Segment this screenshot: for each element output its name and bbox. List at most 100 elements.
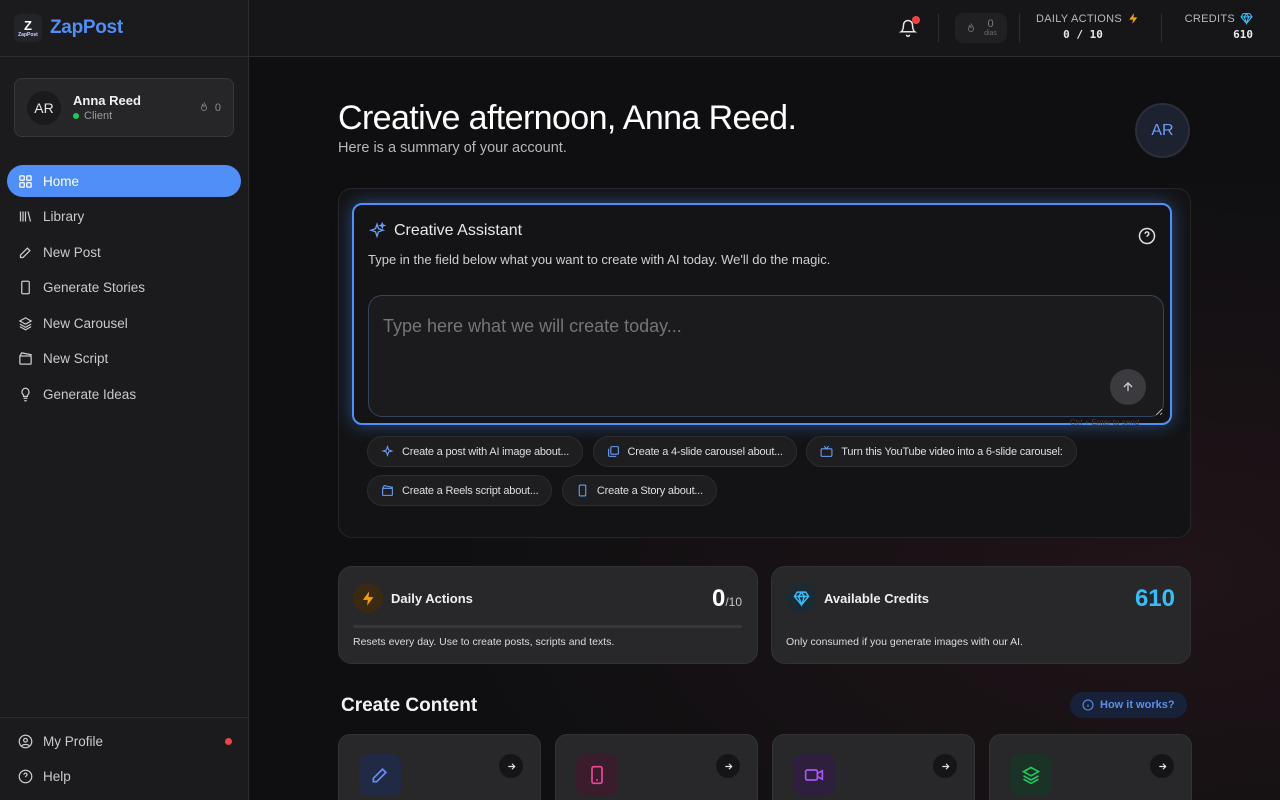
flame-icon (200, 102, 207, 111)
nav-label: New Script (43, 351, 109, 366)
greeting: Creative afternoon, Anna Reed. Here is a… (338, 99, 797, 156)
sparkle-icon (381, 445, 394, 458)
user-card[interactable]: AR Anna Reed Client 0 (14, 78, 234, 137)
daily-actions-count-value: 0 (711, 585, 726, 612)
create-story-card[interactable] (555, 734, 758, 800)
brand[interactable]: Z ZapPost ZapPost (0, 0, 248, 57)
online-status-dot (73, 113, 79, 119)
nav-label: Generate Ideas (43, 386, 137, 402)
nav-item-generate-ideas[interactable]: Generate Ideas (7, 378, 241, 410)
arrow-right-icon[interactable] (716, 754, 740, 778)
tv-icon (820, 445, 833, 457)
sidebar: Z ZapPost ZapPost AR Anna Reed Client 0 … (0, 0, 249, 800)
images-icon (607, 446, 619, 457)
pencil-icon (359, 754, 401, 796)
suggestion-chip[interactable]: Turn this YouTube video into a 6-slide c… (806, 436, 1077, 467)
avatar: AR (27, 90, 61, 125)
create-video-card[interactable] (772, 734, 975, 800)
help-circle-icon[interactable] (1138, 227, 1156, 245)
divider (938, 14, 939, 42)
diamond-icon (786, 583, 816, 613)
sparkle-icon (368, 222, 386, 239)
clapperboard-icon (19, 352, 33, 365)
nav-item-new-post[interactable]: New Post (7, 236, 241, 268)
nav-label: Generate Stories (43, 280, 146, 295)
nav-item-new-carousel[interactable]: New Carousel (7, 307, 241, 339)
nav-item-my-profile[interactable]: My Profile (7, 725, 242, 757)
layers-icon (1010, 754, 1052, 796)
nav-label: New Post (43, 244, 101, 260)
phone-icon (578, 484, 587, 497)
arrow-right-icon[interactable] (499, 754, 523, 778)
prompt-input[interactable] (368, 295, 1164, 417)
main-content: Creative afternoon, Anna Reed. Here is a… (249, 57, 1280, 800)
user-streak: 0 (198, 101, 221, 114)
create-carousel-card[interactable] (989, 734, 1192, 800)
nav-label: My Profile (43, 733, 104, 749)
assistant-title-text: Creative Assistant (394, 222, 523, 239)
suggestion-chip[interactable]: Create a 4-slide carousel about... (592, 436, 797, 467)
suggestion-chip[interactable]: Create a Story about... (561, 475, 717, 506)
daily-actions-stat: DAILY ACTIONS 0 / 10 (1034, 12, 1140, 41)
user-role: Client (73, 110, 198, 122)
nav-item-generate-stories[interactable]: Generate Stories (7, 272, 241, 304)
creative-assistant-panel: Creative Assistant Type in the field bel… (352, 203, 1172, 425)
chip-label: Turn this YouTube video into a 6-slide c… (841, 445, 1063, 458)
clapperboard-icon (382, 485, 394, 496)
help-circle-icon (18, 769, 33, 784)
diamond-icon (1240, 12, 1253, 25)
assistant-title: Creative Assistant (368, 222, 522, 240)
streak-label: dias (984, 30, 997, 37)
nav-item-new-script[interactable]: New Script (7, 343, 241, 375)
info-icon (1082, 699, 1094, 711)
card-description: Only consumed if you generate images wit… (786, 636, 1023, 648)
main-nav: Home Library New Post Generate Stories N… (7, 165, 241, 414)
lightning-icon (353, 583, 383, 613)
nav-label: Help (43, 769, 71, 784)
nav-label: Home (43, 173, 80, 189)
streak-pill[interactable]: 0 dias (955, 13, 1007, 43)
arrow-up-icon (1123, 382, 1133, 392)
suggestion-chips: Create a post with AI image about... Cre… (367, 436, 1167, 514)
credits-count: 610 (1134, 585, 1175, 612)
how-it-works-button[interactable]: How it works? (1070, 692, 1187, 718)
brand-name: ZapPost (50, 17, 123, 38)
keyboard-hint: Ctrl + Enter to send (1070, 418, 1140, 427)
flame-icon (968, 22, 975, 32)
how-it-works-label: How it works? (1100, 699, 1175, 711)
notification-dot (225, 737, 232, 745)
assistant-subtitle: Type in the field below what you want to… (368, 252, 831, 267)
page-subtitle: Here is a summary of your account. (338, 140, 567, 156)
chip-label: Create a Reels script about... (402, 484, 539, 497)
phone-icon (576, 754, 618, 796)
layers-icon (18, 316, 33, 330)
chip-label: Create a post with AI image about... (402, 445, 570, 458)
user-streak-value: 0 (214, 101, 221, 114)
send-button[interactable] (1110, 369, 1146, 405)
daily-actions-count: 0/10 (712, 585, 742, 613)
daily-actions-progress (353, 625, 742, 628)
daily-actions-value: 0 / 10 (1063, 28, 1103, 41)
credits-card: Available Credits 610 Only consumed if y… (771, 566, 1191, 664)
create-post-card[interactable] (338, 734, 541, 800)
pencil-icon (19, 246, 31, 258)
nav-item-library[interactable]: Library (7, 201, 241, 233)
arrow-right-icon[interactable] (1150, 754, 1174, 778)
page-title: Creative afternoon, Anna Reed. (338, 99, 797, 137)
streak-value: 0 (987, 18, 994, 30)
suggestion-chip[interactable]: Create a Reels script about... (367, 475, 553, 506)
chip-label: Create a Story about... (596, 484, 703, 497)
nav-item-home[interactable]: Home (7, 165, 241, 197)
card-title: Available Credits (824, 590, 930, 606)
nav-item-help[interactable]: Help (7, 761, 242, 793)
top-bar: 0 dias DAILY ACTIONS 0 / 10 CREDITS 610 (249, 0, 1280, 57)
user-circle-icon (18, 734, 33, 748)
avatar[interactable]: AR (1135, 103, 1190, 158)
notification-dot (912, 16, 920, 24)
arrow-right-icon[interactable] (933, 754, 957, 778)
sidebar-footer: My Profile Help (0, 717, 249, 800)
video-icon (793, 754, 835, 796)
lightbulb-icon (21, 387, 30, 401)
daily-actions-max: /10 (725, 595, 742, 609)
suggestion-chip[interactable]: Create a post with AI image about... (367, 436, 584, 467)
